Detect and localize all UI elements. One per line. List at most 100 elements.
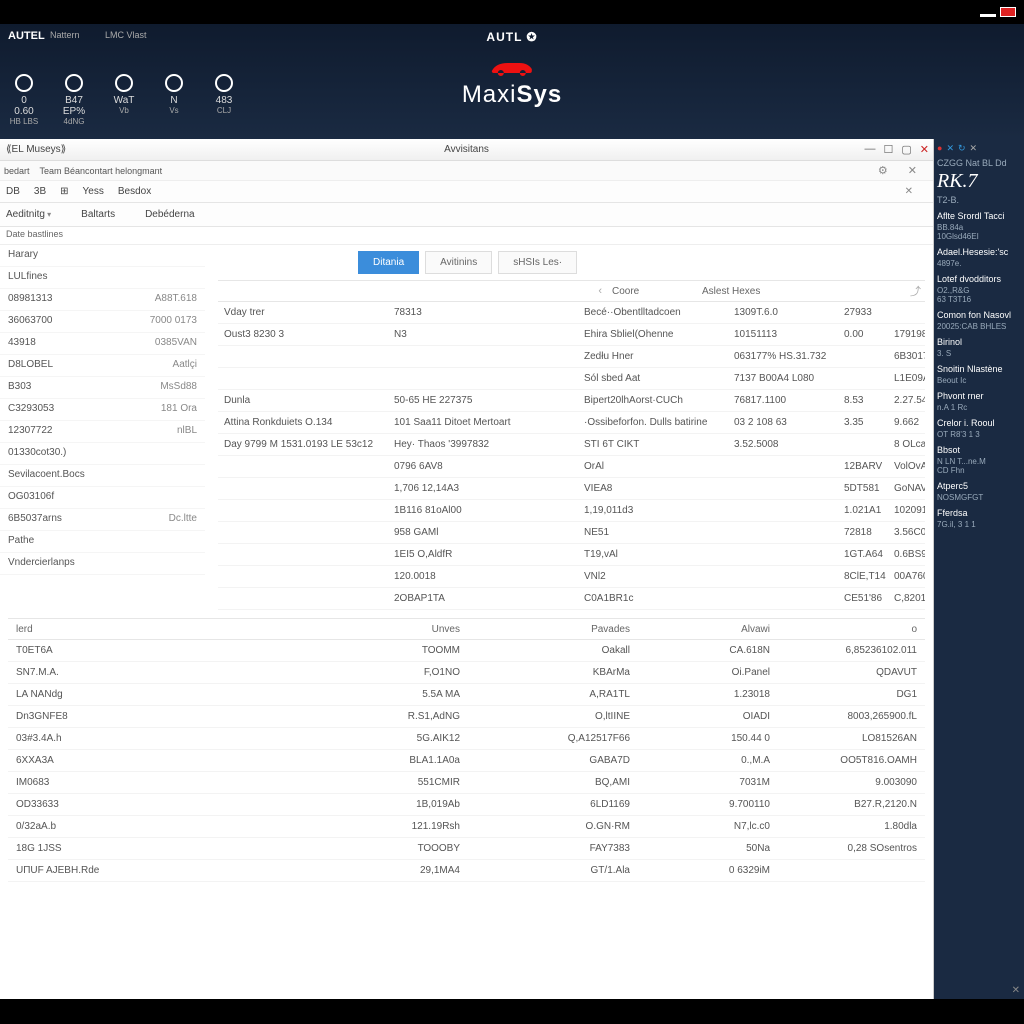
table-row[interactable]: UПUF AJEBH.Rde29,1MA4GT/1.Ala0 6329iM (8, 860, 925, 882)
toolbar-close-icon[interactable]: ✕ (905, 186, 913, 197)
table-row[interactable]: 1EI5 O,AldfRT19,vAl1GT.A640.6BS90AfH (218, 544, 925, 566)
table-row[interactable]: Sól sbed Aat7137 B00A4 L080L1E09AG (218, 368, 925, 390)
sub-brand-1: Nattern (50, 30, 80, 40)
menu-item-1[interactable]: bedart (4, 166, 30, 176)
table-row[interactable]: Vday trer78313Becé··Obentlltadcoen1309T.… (218, 302, 925, 324)
panel-sub: T2-B. (937, 195, 1021, 205)
side-item: 12307722nlBL (0, 421, 205, 443)
panel-section: Crelor i. RooulOT R8'3 1 3 (937, 418, 1021, 439)
refresh-icon[interactable]: ↻ (958, 143, 966, 154)
blue-x-icon[interactable]: ✕ (946, 143, 954, 154)
side-item: OG03106f (0, 487, 205, 509)
table-row[interactable]: Dunla50-65 HE 227375Bipert20lhAorst·CUCh… (218, 390, 925, 412)
table-row[interactable]: 03#3.4A.h5G.AIK12Q,A12517F66150.44 0LO81… (8, 728, 925, 750)
minimize-button[interactable]: — (865, 143, 876, 156)
inner-close-button[interactable]: ✕ (908, 164, 917, 177)
footer-close-icon[interactable]: ✕ (1012, 985, 1020, 996)
table-row[interactable]: SN7.M.A.F,O1NOKBArMaOi.PanelQDAVUT (8, 662, 925, 684)
table-row[interactable]: Day 9799 M 1531.0193 LE 53c12Hey· Thaos … (218, 434, 925, 456)
right-panel: ● ✕ ↻ ✕ CZGG Nat BL Dd RK.7 T2-B. Aflte … (934, 139, 1024, 999)
battery-icon (1000, 7, 1016, 17)
table-row[interactable]: 0/32aA.b121.19RshO.GN·RMN7,lc.c01.80dla (8, 816, 925, 838)
ribbon-reledoma[interactable]: Debéderna (145, 209, 194, 220)
table-row[interactable]: Zedłu Hner063177% HS.31.7326B3017 (218, 346, 925, 368)
side-item: LULfines (0, 267, 205, 289)
tool-grid-icon[interactable]: ⊞ (60, 186, 68, 197)
side-item: 6B5037arnsDc.ltte (0, 509, 205, 531)
gauge-0: 00.60HB LBS (6, 74, 42, 126)
toolbar: DB 3B ⊞ Yess Besdox ✕ (0, 181, 933, 203)
table-row[interactable]: 120.0018VNl28ClE,T1400A760H3 (218, 566, 925, 588)
menu-item-2[interactable]: Team Béancontart helongmant (40, 166, 163, 176)
table-row[interactable]: Attina Ronkduiets O.134101 Saa11 Ditoet … (218, 412, 925, 434)
close-button[interactable]: ✕ (920, 143, 929, 156)
main-panel: ⟪EL Museys⟫ Avvisitans — ☐ ▢ ✕ bedart Te… (0, 139, 934, 999)
col-coore[interactable]: Coore (606, 286, 696, 297)
side-item: Harary (0, 245, 205, 267)
tab-avitinins[interactable]: Avitinins (425, 251, 492, 274)
panel-section: Snoitin NlastèneBeout Ic (937, 364, 1021, 385)
table-row[interactable]: 18G 1JSSТОOOBYFAY738350Na0,28 SOsentros (8, 838, 925, 860)
panel-title: CZGG Nat BL Dd (937, 158, 1021, 168)
table-row[interactable]: 1B116 81oAl001,19,011d31.021A1102091388 (218, 500, 925, 522)
side-list: Harary LULfines 08981313A88T.618 3606370… (0, 245, 205, 575)
side-item: Vndercierlanps (0, 553, 205, 575)
side-item: 360637007000 0173 (0, 311, 205, 333)
side-item: B303MsSd88 (0, 377, 205, 399)
grey-x-icon[interactable]: ✕ (970, 143, 978, 154)
brand-label: AUTEL (8, 30, 45, 42)
panel-section: Comon fon Nasovl20025:CAB BHLES (937, 310, 1021, 331)
center-brand: AUTL ✪ (486, 30, 537, 44)
panel-icons: ● ✕ ↻ ✕ (937, 143, 1021, 154)
panel-section: Lotef dvodditorsO2.,R&G63 T3T16 (937, 274, 1021, 304)
maximize-button[interactable]: ▢ (901, 143, 911, 156)
side-item: 08981313A88T.618 (0, 289, 205, 311)
table-row[interactable]: 0796 6AV8OrAl12BARVVolOvAll (218, 456, 925, 478)
record-icon[interactable]: ● (937, 143, 942, 154)
table-row[interactable]: 2OBAP1TAC0A1BR1cCE51'86C,82010 (218, 588, 925, 610)
side-item: Sevilacoent.Bocs (0, 465, 205, 487)
content-area: Harary LULfines 08981313A88T.618 3606370… (0, 245, 933, 999)
prev-icon[interactable]: ‹ (594, 285, 606, 297)
side-item: 01330cot30.) (0, 443, 205, 465)
gauge-strip: 00.60HB LBS B47EP%4dNG WaTVb NVs 483CLJ (6, 74, 242, 126)
gauge-2: WaTVb (106, 74, 142, 126)
table-row[interactable]: T0ET6ATOOMMOakallCA.618N6,85236102.011 (8, 640, 925, 662)
tab-ditania[interactable]: Ditania (358, 251, 419, 274)
side-item: Pathe (0, 531, 205, 553)
car-icon (462, 55, 562, 81)
side-item: D8LOBELAatlçi (0, 355, 205, 377)
restore-button[interactable]: ☐ (884, 143, 894, 156)
panel-section: Fferdsa7G.il, 3 1 1 (937, 508, 1021, 529)
table-row[interactable]: Dn3GNFE8R.S1,AdNGO,ltIINEOIADI8003,26590… (8, 706, 925, 728)
export-icon[interactable]: ⤴ (906, 283, 925, 299)
tool-3b[interactable]: 3B (34, 186, 46, 197)
ribbon-editing[interactable]: Aeditnitg (6, 209, 51, 220)
table2-header: lerd Unves Pavades Alvawi o (8, 618, 925, 640)
table-row[interactable]: 958 GAMlNE51728183.56C01BT (218, 522, 925, 544)
side-item: C3293053181 Ora (0, 399, 205, 421)
gauge-3: NVs (156, 74, 192, 126)
ribbon: Aeditnitg Baltarts Debéderna (0, 203, 933, 227)
breadcrumb[interactable]: ⟪EL Museys⟫ (6, 144, 66, 155)
tool-db[interactable]: DB (6, 186, 20, 197)
table-row[interactable]: OD336331B,019Ab6LD11699.700110B27.R,2120… (8, 794, 925, 816)
table-row[interactable]: 6XXA3ABLA1.1A0aGABA7D0.,M.AOO5T816.OAMH (8, 750, 925, 772)
panel-section: Birinol3. S (937, 337, 1021, 358)
panel-section: Phvont rnern.A 1 Rc (937, 391, 1021, 412)
window-title: Avvisitans (444, 144, 489, 155)
ribbon-bartarts[interactable]: Baltarts (81, 209, 115, 220)
panel-section: BbsotN LN T...ne.MCD Fhn (937, 445, 1021, 475)
tool-yess[interactable]: Yess (83, 186, 104, 197)
table-row[interactable]: IM0683551CMIRBQ,AMI7031M9.003090 (8, 772, 925, 794)
side-item: 439180385VAN (0, 333, 205, 355)
col-aslest[interactable]: Aslest Hexes (696, 286, 806, 297)
tool-besdox[interactable]: Besdox (118, 186, 151, 197)
table-row[interactable]: LA NANdg5.5A MAA,RA1TL1.23018DG1 (8, 684, 925, 706)
tab-shsis[interactable]: sHSIs Les· (498, 251, 577, 274)
panel-big-value: RK.7 (937, 170, 1021, 193)
table-row[interactable]: 1,706 12,14A3VIEA85DT581GoNAV (218, 478, 925, 500)
table-row[interactable]: Oust3 8230 3N3Ehira Sbliel(Ohenne1015111… (218, 324, 925, 346)
logo: MaxiSys (462, 55, 562, 109)
settings-icon[interactable]: ⚙ (878, 164, 888, 177)
